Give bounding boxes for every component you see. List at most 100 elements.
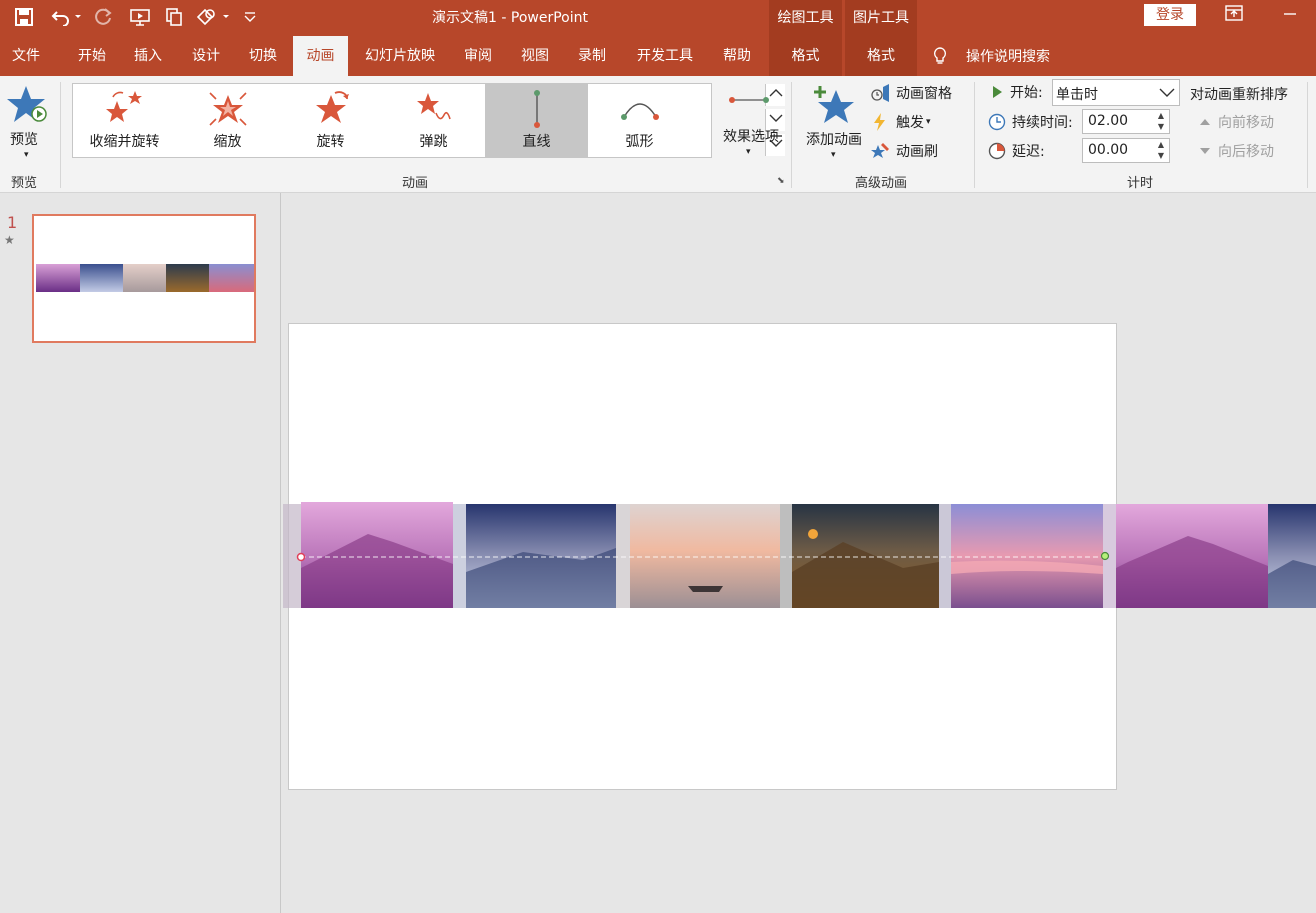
login-button[interactable]: 登录 bbox=[1144, 4, 1196, 26]
reorder-heading: 对动画重新排序 bbox=[1190, 87, 1288, 103]
spin-up-icon[interactable]: ▲ bbox=[1158, 140, 1164, 149]
move-later-button[interactable]: 向后移动 bbox=[1198, 140, 1274, 162]
start-label-row: 开始: bbox=[990, 81, 1043, 103]
delay-clock-icon bbox=[988, 142, 1006, 160]
minimize-icon[interactable] bbox=[1278, 4, 1302, 28]
move-earlier-label: 向前移动 bbox=[1218, 115, 1274, 131]
tab-developer[interactable]: 开发工具 bbox=[628, 36, 702, 76]
tab-help[interactable]: 帮助 bbox=[711, 36, 763, 76]
gallery-item-label: 缩放 bbox=[213, 134, 242, 150]
slide-thumbnail-pane: 1 ★ bbox=[0, 193, 281, 913]
effect-options-label: 效果选项 bbox=[723, 129, 779, 145]
duration-label: 持续时间: bbox=[1012, 115, 1073, 131]
redo-icon[interactable] bbox=[92, 6, 116, 28]
gallery-item-label: 弧形 bbox=[625, 134, 654, 150]
line-path-icon bbox=[534, 90, 540, 128]
delay-label-row: 延迟: bbox=[988, 140, 1045, 162]
animation-pane-button[interactable]: 动画窗格 bbox=[870, 82, 952, 104]
move-earlier-button[interactable]: 向前移动 bbox=[1198, 111, 1274, 133]
trigger-button[interactable]: 触发 ▾ bbox=[870, 111, 931, 133]
ribbon-display-icon[interactable] bbox=[1222, 4, 1246, 28]
delay-value: 00.00 bbox=[1088, 142, 1129, 158]
tell-me-label: 操作说明搜索 bbox=[966, 49, 1050, 65]
animation-painter-label: 动画刷 bbox=[896, 144, 938, 160]
gallery-item-label: 旋转 bbox=[316, 134, 345, 150]
group-separator bbox=[60, 82, 61, 188]
slide-number: 1 bbox=[7, 213, 18, 232]
start-select-value: 单击时 bbox=[1056, 87, 1098, 103]
spin-down-icon[interactable]: ▼ bbox=[1158, 122, 1164, 131]
add-animation-button[interactable]: 添加动画 ▾ bbox=[800, 80, 868, 166]
tab-picture-format[interactable]: 格式 bbox=[845, 36, 917, 76]
tab-home[interactable]: 开始 bbox=[66, 36, 118, 76]
animation-painter-icon bbox=[871, 143, 889, 158]
tab-animations[interactable]: 动画 bbox=[293, 36, 348, 76]
gallery-item-spin-shrink[interactable]: 收缩并旋转 bbox=[73, 84, 176, 157]
clock-icon bbox=[988, 113, 1006, 131]
gallery-item-bounce[interactable]: 弹跳 bbox=[382, 84, 485, 157]
effect-path-icon bbox=[729, 97, 769, 103]
tab-review[interactable]: 审阅 bbox=[452, 36, 504, 76]
document-title: 演示文稿1 - PowerPoint bbox=[432, 10, 588, 26]
tab-slideshow[interactable]: 幻灯片放映 bbox=[355, 36, 445, 76]
delay-label: 延迟: bbox=[1012, 144, 1045, 160]
group-separator bbox=[791, 82, 792, 188]
trigger-label: 触发 bbox=[896, 115, 924, 131]
delay-input[interactable]: 00.00 ▲ ▼ bbox=[1082, 138, 1170, 163]
arc-path-icon bbox=[621, 103, 659, 120]
tab-transitions[interactable]: 切换 bbox=[237, 36, 289, 76]
preview-dropdown-icon: ▾ bbox=[24, 150, 29, 160]
shrink-spin-star-icon bbox=[106, 91, 142, 122]
tab-insert[interactable]: 插入 bbox=[122, 36, 174, 76]
preview-button[interactable]: 预览 ▾ bbox=[4, 80, 48, 166]
shapes-icon[interactable] bbox=[194, 6, 232, 28]
zoom-star-icon bbox=[209, 92, 247, 126]
spin-star-icon bbox=[316, 91, 349, 123]
group-separator bbox=[974, 82, 975, 188]
spin-down-icon[interactable]: ▼ bbox=[1158, 151, 1164, 160]
tab-record[interactable]: 录制 bbox=[566, 36, 618, 76]
advanced-animation-group-label: 高级动画 bbox=[854, 176, 907, 191]
duration-value: 02.00 bbox=[1088, 113, 1129, 129]
gallery-item-arcs[interactable]: 弧形 bbox=[588, 84, 691, 157]
add-animation-dropdown-icon: ▾ bbox=[831, 150, 836, 160]
customize-toolbar-icon[interactable] bbox=[240, 6, 260, 28]
effect-options-button[interactable]: 效果选项 ▾ bbox=[716, 84, 784, 166]
copy-icon[interactable] bbox=[162, 6, 186, 28]
lightning-icon bbox=[874, 113, 885, 131]
group-separator bbox=[1307, 82, 1308, 188]
tab-file[interactable]: 文件 bbox=[0, 36, 52, 76]
photo-strip-image bbox=[283, 502, 1316, 608]
tell-me-search[interactable]: 操作说明搜索 bbox=[932, 36, 1050, 76]
photo-strip[interactable] bbox=[283, 502, 1316, 610]
gallery-item-spin[interactable]: 旋转 bbox=[279, 84, 382, 157]
gallery-item-zoom[interactable]: 缩放 bbox=[176, 84, 279, 157]
tab-view[interactable]: 视图 bbox=[509, 36, 561, 76]
animation-gallery: 收缩并旋转 缩放 旋转 弹跳 直线 弧形 bbox=[72, 83, 785, 158]
animation-painter-button[interactable]: 动画刷 bbox=[870, 140, 938, 162]
preview-star-icon bbox=[7, 86, 47, 122]
gallery-item-lines[interactable]: 直线 bbox=[485, 84, 588, 157]
play-icon bbox=[993, 86, 1002, 98]
duration-input[interactable]: 02.00 ▲ ▼ bbox=[1082, 109, 1170, 134]
start-select[interactable]: 单击时 bbox=[1052, 79, 1180, 106]
chevron-down-icon bbox=[1159, 88, 1175, 97]
triangle-up-icon bbox=[1200, 119, 1210, 125]
add-animation-label: 添加动画 bbox=[806, 132, 862, 148]
effect-options-dropdown-icon: ▾ bbox=[746, 147, 751, 157]
tab-design[interactable]: 设计 bbox=[180, 36, 232, 76]
move-later-label: 向后移动 bbox=[1218, 144, 1274, 160]
undo-icon[interactable] bbox=[48, 6, 84, 28]
slide-thumbnail-1[interactable] bbox=[32, 214, 256, 343]
duration-label-row: 持续时间: bbox=[988, 111, 1073, 133]
trigger-dropdown-icon: ▾ bbox=[926, 117, 931, 127]
title-bar: 演示文稿1 - PowerPoint 绘图工具 图片工具 登录 bbox=[0, 0, 1316, 36]
spin-up-icon[interactable]: ▲ bbox=[1158, 111, 1164, 120]
dialog-launcher-icon[interactable]: ⬊ bbox=[777, 176, 785, 186]
triangle-down-icon bbox=[1200, 148, 1210, 154]
tab-drawing-format[interactable]: 格式 bbox=[769, 36, 842, 76]
animation-star-icon: ★ bbox=[4, 233, 15, 247]
bounce-star-icon bbox=[417, 93, 451, 120]
save-icon[interactable] bbox=[12, 6, 36, 28]
present-from-start-icon[interactable] bbox=[128, 6, 152, 28]
